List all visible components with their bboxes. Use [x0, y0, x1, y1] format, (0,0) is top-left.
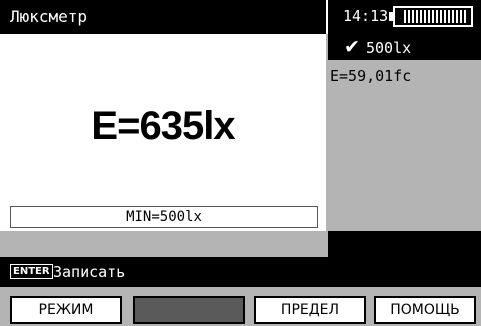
result-side-panel: [328, 34, 481, 231]
screen-title: Люксметр: [10, 7, 88, 26]
help-softkey[interactable]: ПОМОЩЬ: [374, 296, 476, 324]
battery-full-icon: [389, 6, 473, 27]
limit-value: 500lx: [366, 39, 412, 57]
limit-softkey[interactable]: ПРЕДЕЛ: [254, 296, 366, 324]
check-icon: ✔: [344, 36, 360, 58]
blank-softkey[interactable]: [133, 296, 245, 324]
mode-softkey[interactable]: РЕЖИМ: [10, 296, 122, 324]
footcandle-value: E=59,01fc: [330, 67, 412, 85]
header-divider: [326, 0, 328, 34]
measurement-panel: E=635lx MIN=500lx: [0, 34, 326, 231]
clock: 14:13: [343, 7, 389, 25]
main-status-strip: [0, 231, 326, 257]
min-limit-field: MIN=500lx: [10, 206, 318, 228]
illuminance-reading: E=635lx: [91, 104, 235, 148]
save-hint-text: Записать: [53, 263, 126, 281]
side-status-band: [328, 231, 481, 257]
enter-key-icon: ENTER: [10, 264, 53, 279]
